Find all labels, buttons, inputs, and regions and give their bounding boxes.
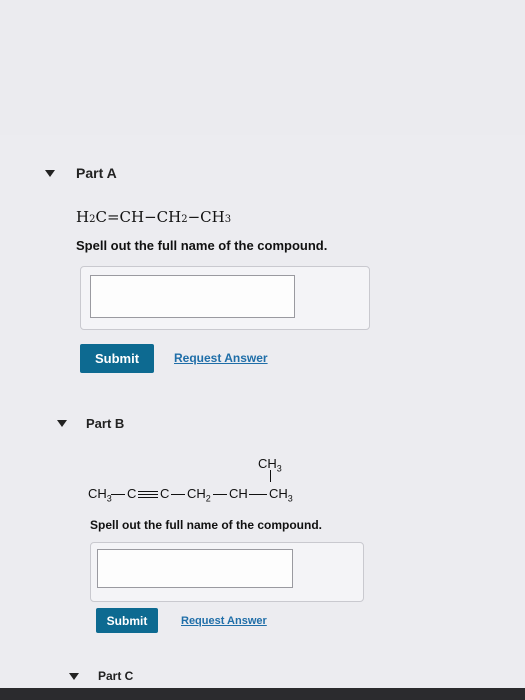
part-a-formula: H 2 C=CH−CH 2 −CH 3 xyxy=(76,208,231,226)
part-c-title: Part C xyxy=(98,669,134,683)
part-b-request-answer-link[interactable]: Request Answer xyxy=(181,615,267,627)
part-a-title: Part A xyxy=(76,165,117,181)
single-bond xyxy=(249,494,267,495)
triple-bond-line xyxy=(138,491,158,492)
chain-c2: C xyxy=(160,486,170,501)
single-bond xyxy=(213,494,227,495)
single-bond-vertical xyxy=(270,470,271,482)
part-a-prompt: Spell out the full name of the compound. xyxy=(76,238,328,253)
single-bond xyxy=(171,494,185,495)
part-a-request-answer-link[interactable]: Request Answer xyxy=(174,351,268,365)
part-a-answer-input[interactable] xyxy=(90,275,295,318)
triple-bond-line xyxy=(138,497,158,498)
chain-ch: CH xyxy=(229,486,248,501)
screen-bezel xyxy=(0,688,525,700)
top-panel xyxy=(0,0,525,136)
part-b-answer-input[interactable] xyxy=(97,549,293,588)
formula-subscript: 3 xyxy=(224,214,232,225)
formula-text: C=CH−CH xyxy=(95,208,182,226)
part-b-submit-button[interactable]: Submit xyxy=(96,608,158,633)
single-bond xyxy=(111,494,125,495)
part-a-submit-button[interactable]: Submit xyxy=(80,344,154,373)
formula-text: H xyxy=(76,208,90,226)
triple-bond-line xyxy=(138,494,158,495)
part-b-prompt: Spell out the full name of the compound. xyxy=(90,518,322,532)
expand-caret-icon[interactable] xyxy=(69,672,79,680)
formula-text: −CH xyxy=(187,208,225,226)
chain-ch3-right: CH3 xyxy=(269,486,293,504)
chain-c1: C xyxy=(127,486,137,501)
collapse-caret-icon[interactable] xyxy=(57,420,67,427)
struct-text: CH xyxy=(258,456,277,471)
chain-ch2: CH2 xyxy=(187,486,211,504)
chain-ch3-left: CH3 xyxy=(88,486,112,504)
part-c-header[interactable]: Part C xyxy=(69,669,133,683)
part-b-title: Part B xyxy=(86,416,125,431)
collapse-caret-icon[interactable] xyxy=(45,169,55,177)
part-b-header[interactable]: Part B xyxy=(57,416,124,431)
part-a-header[interactable]: Part A xyxy=(45,165,117,181)
struct-subscript: 3 xyxy=(276,463,282,474)
